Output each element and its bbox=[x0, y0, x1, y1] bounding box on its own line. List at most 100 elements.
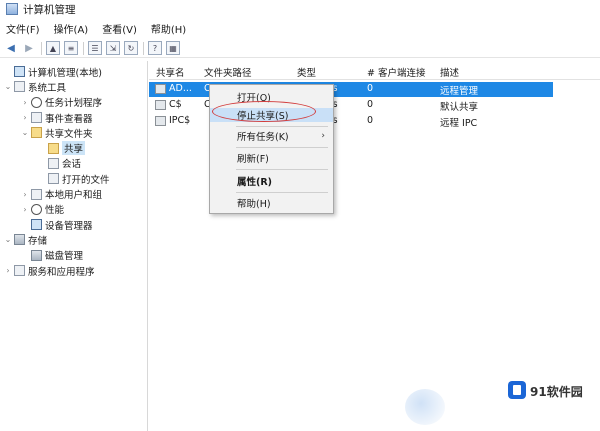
services-icon bbox=[14, 265, 25, 276]
chevron-right-icon[interactable]: › bbox=[20, 98, 30, 107]
row-clients: 0 bbox=[367, 99, 374, 110]
share-icon bbox=[48, 142, 59, 154]
brand-logo-icon bbox=[508, 381, 526, 399]
annotation-circle bbox=[212, 101, 316, 122]
context-menu-label: 所有任务(K) bbox=[237, 132, 289, 143]
column-client-connections[interactable]: # 客户端连接 bbox=[367, 65, 425, 79]
context-menu-properties[interactable]: 属性(R) bbox=[210, 174, 333, 188]
performance-icon bbox=[31, 203, 42, 215]
tree-item-open-files[interactable]: 打开的文件 bbox=[0, 171, 147, 186]
back-arrow-icon[interactable]: ◀ bbox=[4, 41, 18, 55]
tools-icon bbox=[14, 81, 25, 93]
up-folder-icon[interactable]: ▲ bbox=[46, 41, 60, 55]
context-menu-help[interactable]: 帮助(H) bbox=[210, 196, 333, 210]
details-icon[interactable]: ▦ bbox=[166, 41, 180, 55]
shared-folder-icon bbox=[31, 127, 42, 139]
tree-item-label: 共享文件夹 bbox=[45, 128, 93, 140]
toolbar-separator bbox=[83, 41, 84, 55]
context-menu-all-tasks[interactable]: 所有任务(K) › bbox=[210, 129, 333, 143]
context-menu-separator bbox=[236, 147, 328, 148]
row-description: 默认共享 bbox=[440, 102, 479, 113]
menu-help[interactable]: 帮助(H) bbox=[151, 21, 186, 36]
column-type[interactable]: 类型 bbox=[297, 65, 316, 79]
row-description: 远程管理 bbox=[440, 86, 479, 97]
tree-item-label: 任务计划程序 bbox=[45, 98, 103, 110]
watermark-brand: 91软件园 bbox=[530, 385, 583, 399]
list-icon[interactable]: ☰ bbox=[88, 41, 102, 55]
properties-icon[interactable]: ≡ bbox=[64, 41, 78, 55]
chevron-down-icon[interactable]: ⌄ bbox=[20, 128, 30, 137]
menu-action[interactable]: 操作(A) bbox=[54, 21, 89, 36]
computer-management-icon bbox=[6, 3, 18, 15]
windows-logo-watermark bbox=[405, 389, 445, 425]
tree-item-storage[interactable]: ⌄ 存储 bbox=[0, 232, 147, 247]
tree-item-shared-folders[interactable]: ⌄ 共享文件夹 bbox=[0, 125, 147, 140]
chevron-down-icon[interactable]: ⌄ bbox=[3, 82, 13, 91]
share-icon bbox=[155, 116, 166, 126]
help-icon[interactable]: ? bbox=[148, 41, 162, 55]
chevron-right-icon[interactable]: › bbox=[20, 205, 30, 214]
context-menu-separator bbox=[236, 169, 328, 170]
export-icon[interactable]: ⇲ bbox=[106, 41, 120, 55]
tree-item-label: 本地用户和组 bbox=[45, 190, 103, 202]
window-title: 计算机管理 bbox=[23, 3, 76, 16]
menu-file[interactable]: 文件(F) bbox=[6, 21, 40, 36]
open-files-icon bbox=[48, 173, 59, 185]
chevron-right-icon[interactable]: › bbox=[20, 190, 30, 199]
context-menu-separator bbox=[236, 192, 328, 193]
tree-item-performance[interactable]: › 性能 bbox=[0, 202, 147, 217]
tree-item-sessions[interactable]: 会话 bbox=[0, 156, 147, 171]
tree-item-label: 设备管理器 bbox=[45, 220, 93, 232]
title-bar: 计算机管理 bbox=[0, 0, 600, 18]
refresh-icon[interactable]: ↻ bbox=[124, 41, 138, 55]
tree-item-device-manager[interactable]: 设备管理器 bbox=[0, 217, 147, 232]
tree-item-label: 打开的文件 bbox=[62, 174, 110, 186]
row-share-name: IPC$ bbox=[169, 115, 191, 126]
tree-item-label: 服务和应用程序 bbox=[28, 266, 95, 278]
navigation-tree: 计算机管理(本地) ⌄ 系统工具 › 任务计划程序 › 事件查看器 ⌄ 共享文件… bbox=[0, 61, 148, 431]
computer-icon bbox=[14, 66, 25, 78]
list-header: 共享名 文件夹路径 类型 # 客户端连接 描述 bbox=[149, 61, 600, 80]
chevron-right-icon[interactable]: › bbox=[3, 266, 13, 275]
users-icon bbox=[31, 188, 42, 200]
tree-item-computer-management[interactable]: 计算机管理(本地) bbox=[0, 64, 147, 79]
share-icon bbox=[155, 84, 166, 94]
forward-arrow-icon[interactable]: ▶ bbox=[22, 41, 36, 55]
context-menu-label: 刷新(F) bbox=[237, 154, 269, 165]
menu-view[interactable]: 查看(V) bbox=[102, 21, 137, 36]
share-icon bbox=[155, 100, 166, 110]
chevron-right-icon[interactable]: › bbox=[20, 113, 30, 122]
menu-bar: 文件(F) 操作(A) 查看(V) 帮助(H) bbox=[0, 20, 600, 37]
tree-item-label: 性能 bbox=[45, 205, 65, 217]
tree-item-system-tools[interactable]: ⌄ 系统工具 bbox=[0, 79, 147, 94]
tree-item-disk-management[interactable]: 磁盘管理 bbox=[0, 248, 147, 263]
tree-item-services-applications[interactable]: › 服务和应用程序 bbox=[0, 263, 147, 278]
tree-item-shares[interactable]: 共享 bbox=[0, 140, 147, 156]
column-description[interactable]: 描述 bbox=[440, 65, 459, 79]
tree-item-event-viewer[interactable]: › 事件查看器 bbox=[0, 110, 147, 125]
tree-item-label: 系统工具 bbox=[28, 82, 67, 94]
toolbar-separator bbox=[143, 41, 144, 55]
toolbar-separator bbox=[41, 41, 42, 55]
storage-icon bbox=[14, 234, 25, 246]
device-manager-icon bbox=[31, 219, 42, 231]
context-menu-label: 属性(R) bbox=[237, 177, 272, 188]
column-folder-path[interactable]: 文件夹路径 bbox=[204, 65, 252, 79]
event-viewer-icon bbox=[31, 112, 42, 124]
context-menu-refresh[interactable]: 刷新(F) bbox=[210, 151, 333, 165]
tree-item-label: 计算机管理(本地) bbox=[28, 67, 102, 79]
row-share-name: AD... bbox=[169, 83, 192, 94]
tree-item-local-users-groups[interactable]: › 本地用户和组 bbox=[0, 186, 147, 201]
session-icon bbox=[48, 157, 59, 169]
tree-item-label: 事件查看器 bbox=[45, 113, 93, 125]
clock-icon bbox=[31, 96, 42, 108]
context-menu-separator bbox=[236, 126, 328, 127]
row-share-name: C$ bbox=[169, 99, 182, 110]
tree-item-label: 共享 bbox=[62, 141, 86, 156]
disk-icon bbox=[31, 249, 42, 261]
tree-item-label: 会话 bbox=[62, 159, 82, 171]
chevron-down-icon[interactable]: ⌄ bbox=[3, 235, 13, 244]
tree-item-task-scheduler[interactable]: › 任务计划程序 bbox=[0, 95, 147, 110]
tree-item-label: 磁盘管理 bbox=[45, 251, 84, 263]
column-share-name[interactable]: 共享名 bbox=[156, 65, 185, 79]
